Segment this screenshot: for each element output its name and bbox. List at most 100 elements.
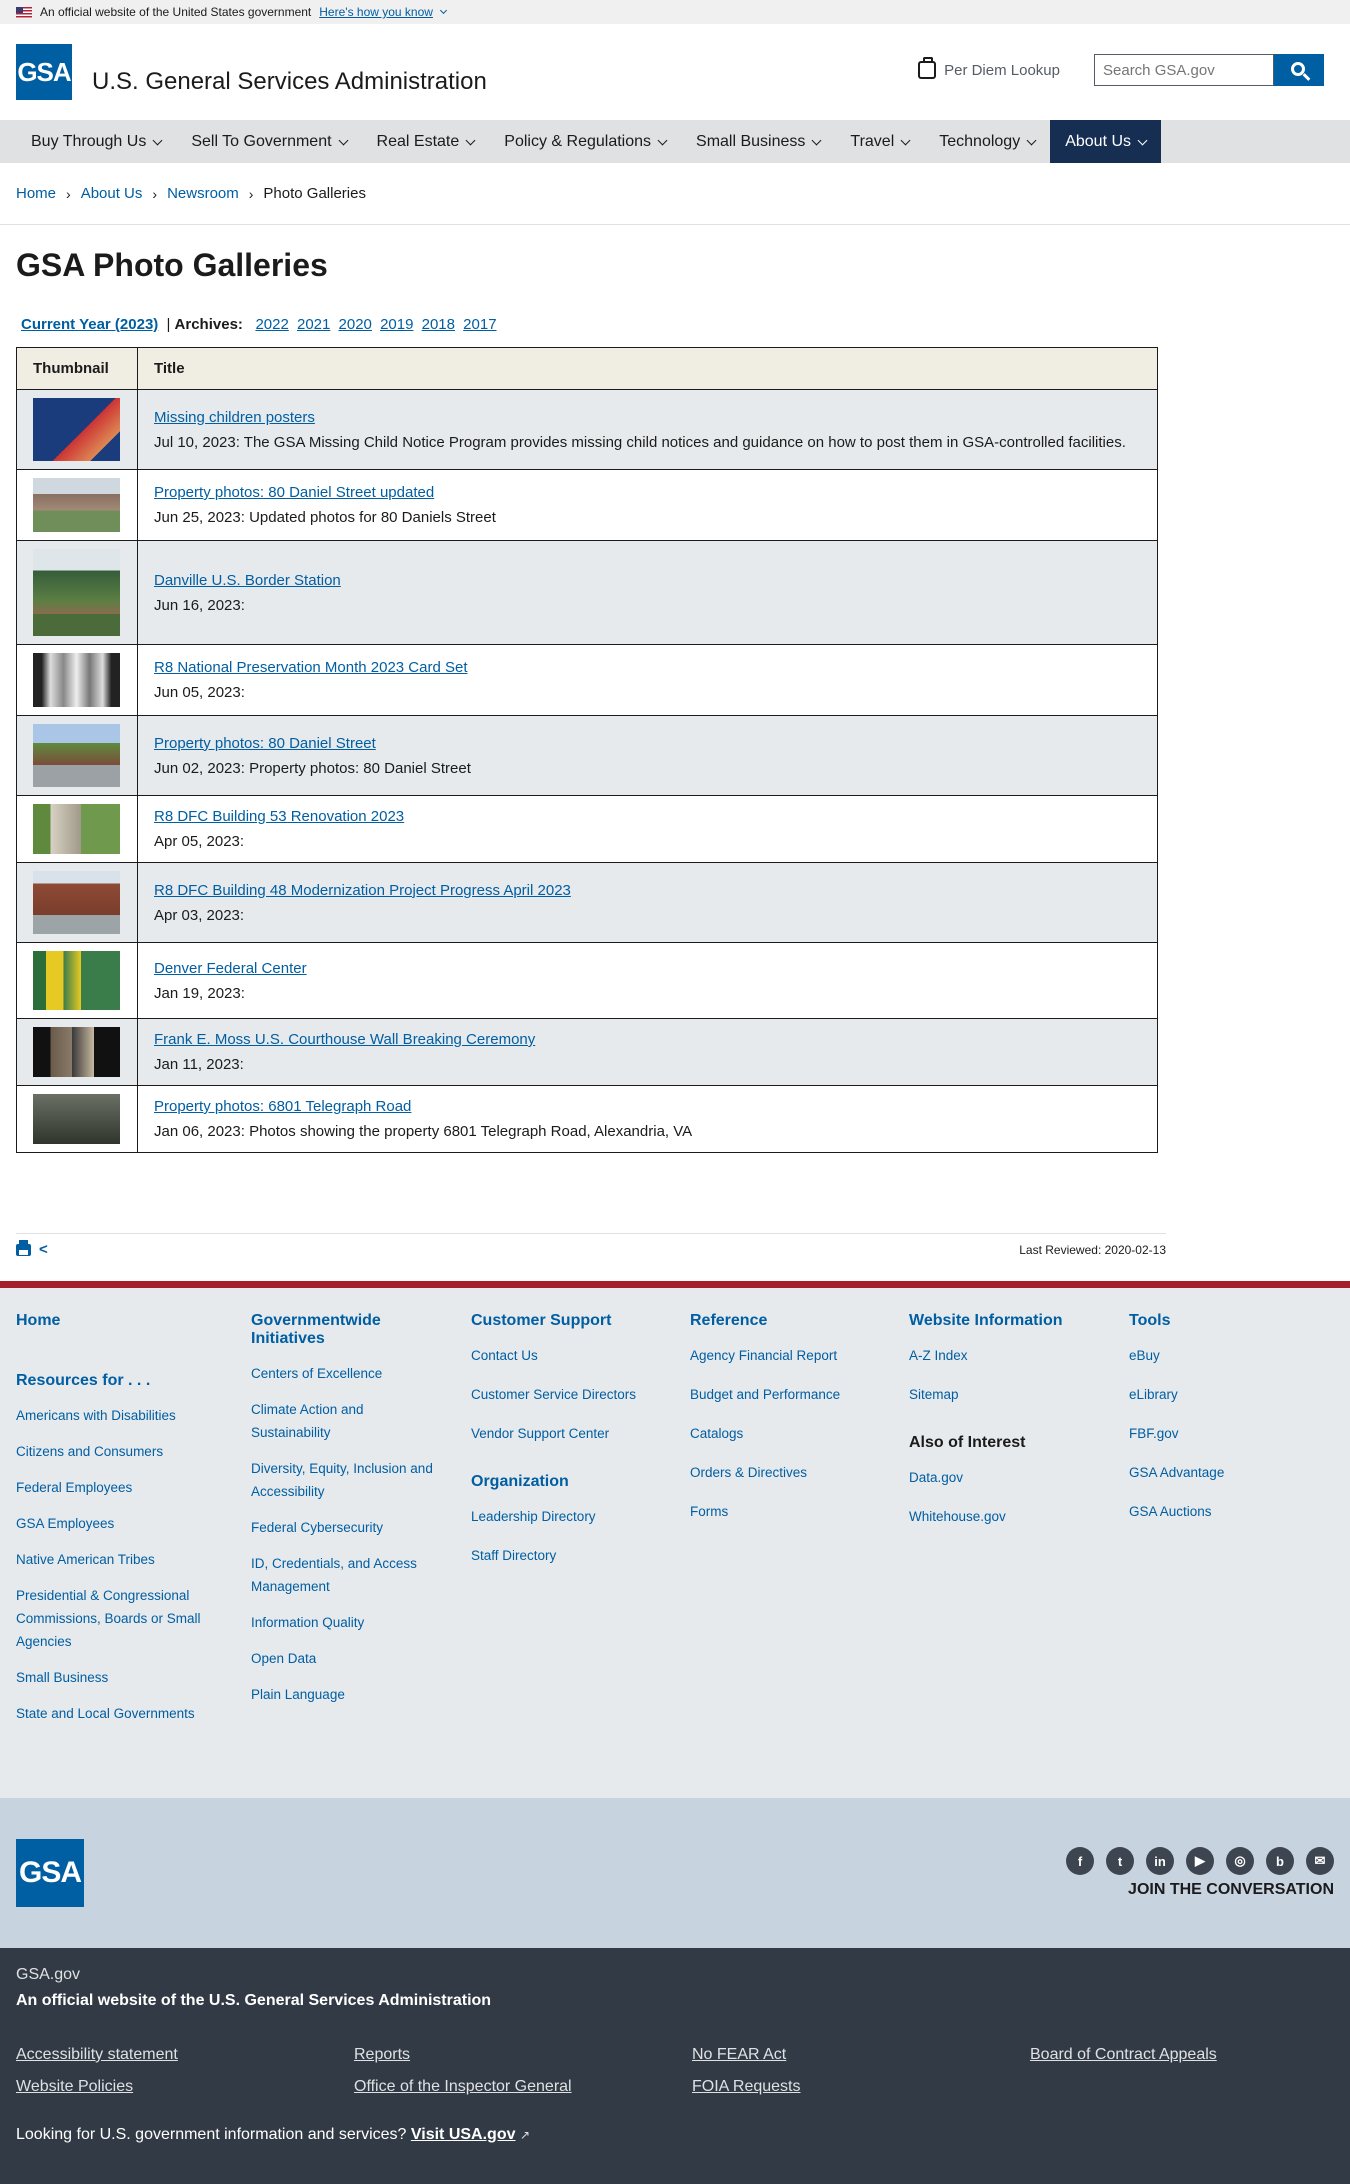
nav-technology[interactable]: Technology bbox=[924, 120, 1050, 163]
footer-gsa-logo[interactable]: GSA bbox=[16, 1839, 84, 1907]
share-icon[interactable]: < bbox=[39, 1241, 48, 1258]
archive-2019-link[interactable]: 2019 bbox=[380, 316, 413, 333]
footer-link[interactable]: Orders & Directives bbox=[690, 1461, 909, 1484]
gallery-title-link[interactable]: Property photos: 6801 Telegraph Road bbox=[154, 1098, 411, 1115]
blog-icon[interactable]: b bbox=[1266, 1847, 1294, 1875]
footer-link[interactable]: A-Z Index bbox=[909, 1344, 1129, 1367]
identifier-link[interactable]: Office of the Inspector General bbox=[354, 2078, 692, 2096]
twitter-icon[interactable]: t bbox=[1106, 1847, 1134, 1875]
footer-link[interactable]: Staff Directory bbox=[471, 1544, 690, 1567]
gallery-title-link[interactable]: Property photos: 80 Daniel Street bbox=[154, 735, 376, 752]
gallery-title-link[interactable]: Property photos: 80 Daniel Street update… bbox=[154, 484, 434, 501]
archive-2017-link[interactable]: 2017 bbox=[463, 316, 496, 333]
nav-sell-to-government[interactable]: Sell To Government bbox=[176, 120, 361, 163]
footer-org-heading: Organization bbox=[471, 1473, 569, 1490]
thumbnail-image[interactable] bbox=[33, 871, 120, 934]
gallery-title-link[interactable]: Denver Federal Center bbox=[154, 960, 307, 977]
current-year-link[interactable]: Current Year (2023) bbox=[21, 316, 158, 333]
footer-link[interactable]: Federal Employees bbox=[16, 1476, 251, 1499]
thumbnail-image[interactable] bbox=[33, 1094, 120, 1144]
thumbnail-image[interactable] bbox=[33, 1027, 120, 1077]
footer-link[interactable]: Budget and Performance bbox=[690, 1383, 909, 1406]
gallery-title-link[interactable]: R8 DFC Building 53 Renovation 2023 bbox=[154, 808, 404, 825]
instagram-icon[interactable]: ◎ bbox=[1226, 1847, 1254, 1875]
identifier-link[interactable]: No FEAR Act bbox=[692, 2046, 1030, 2064]
footer-link[interactable]: Small Business bbox=[16, 1666, 251, 1689]
thumbnail-image[interactable] bbox=[33, 549, 120, 636]
facebook-icon[interactable]: f bbox=[1066, 1847, 1094, 1875]
footer-link[interactable]: GSA Auctions bbox=[1129, 1500, 1309, 1523]
identifier-link[interactable]: Website Policies bbox=[16, 2078, 354, 2096]
footer-link[interactable]: Open Data bbox=[251, 1647, 471, 1670]
footer-link[interactable]: Leadership Directory bbox=[471, 1505, 690, 1528]
nav-travel[interactable]: Travel bbox=[835, 120, 924, 163]
nav-about-us[interactable]: About Us bbox=[1050, 120, 1162, 163]
thumbnail-image[interactable] bbox=[33, 478, 120, 532]
footer-link[interactable]: Presidential & Congressional Commissions… bbox=[16, 1584, 216, 1653]
footer-link[interactable]: Customer Service Directors bbox=[471, 1383, 690, 1406]
footer-link[interactable]: GSA Advantage bbox=[1129, 1461, 1309, 1484]
identifier-link[interactable]: Board of Contract Appeals bbox=[1030, 2046, 1350, 2064]
thumbnail-image[interactable] bbox=[33, 653, 120, 707]
thumbnail-image[interactable] bbox=[33, 804, 120, 854]
footer-link[interactable]: Whitehouse.gov bbox=[909, 1505, 1129, 1528]
footer-link[interactable]: Catalogs bbox=[690, 1422, 909, 1445]
gallery-title-link[interactable]: Missing children posters bbox=[154, 409, 315, 426]
banner-how-you-know-link[interactable]: Here's how you know bbox=[319, 5, 433, 19]
footer-link[interactable]: Sitemap bbox=[909, 1383, 1129, 1406]
footer-link[interactable]: Contact Us bbox=[471, 1344, 690, 1367]
footer-link[interactable]: Forms bbox=[690, 1500, 909, 1523]
print-icon[interactable] bbox=[16, 1239, 31, 1256]
thumbnail-image[interactable] bbox=[33, 724, 120, 787]
footer-link[interactable]: GSA Employees bbox=[16, 1512, 251, 1535]
email-icon[interactable]: ✉ bbox=[1306, 1847, 1334, 1875]
identifier-link[interactable]: Reports bbox=[354, 2046, 692, 2064]
thumbnail-image[interactable] bbox=[33, 951, 120, 1010]
footer-link[interactable]: State and Local Governments bbox=[16, 1702, 251, 1725]
breadcrumb-home[interactable]: Home bbox=[16, 185, 56, 202]
chevron-down-icon[interactable] bbox=[439, 6, 447, 15]
breadcrumb-about-us[interactable]: About Us bbox=[81, 185, 143, 202]
archive-2021-link[interactable]: 2021 bbox=[297, 316, 330, 333]
gallery-title-link[interactable]: Frank E. Moss U.S. Courthouse Wall Break… bbox=[154, 1031, 535, 1048]
footer-link[interactable]: Diversity, Equity, Inclusion and Accessi… bbox=[251, 1457, 451, 1503]
gallery-title-link[interactable]: R8 National Preservation Month 2023 Card… bbox=[154, 659, 468, 676]
linkedin-icon[interactable]: in bbox=[1146, 1847, 1174, 1875]
footer-link[interactable]: Agency Financial Report bbox=[690, 1344, 909, 1367]
site-title[interactable]: U.S. General Services Administration bbox=[92, 68, 487, 96]
nav-real-estate[interactable]: Real Estate bbox=[362, 120, 490, 163]
identifier-link[interactable]: Accessibility statement bbox=[16, 2046, 354, 2064]
footer-link[interactable]: Climate Action and Sustainability bbox=[251, 1398, 401, 1444]
thumbnail-image[interactable] bbox=[33, 398, 120, 461]
archive-2018-link[interactable]: 2018 bbox=[422, 316, 455, 333]
gsa-logo[interactable]: GSA bbox=[16, 44, 72, 100]
footer-link[interactable]: eLibrary bbox=[1129, 1383, 1309, 1406]
footer-home-link[interactable]: Home bbox=[16, 1312, 251, 1330]
footer-link[interactable]: Federal Cybersecurity bbox=[251, 1516, 471, 1539]
footer-link[interactable]: Citizens and Consumers bbox=[16, 1440, 251, 1463]
nav-buy-through-us[interactable]: Buy Through Us bbox=[16, 120, 176, 163]
footer-link[interactable]: Plain Language bbox=[251, 1683, 471, 1706]
archive-2022-link[interactable]: 2022 bbox=[255, 316, 288, 333]
search-button[interactable] bbox=[1274, 54, 1324, 86]
identifier-link[interactable]: FOIA Requests bbox=[692, 2078, 1030, 2096]
gallery-title-link[interactable]: R8 DFC Building 48 Modernization Project… bbox=[154, 882, 571, 899]
footer-link[interactable]: Information Quality bbox=[251, 1611, 471, 1634]
search-input[interactable] bbox=[1094, 54, 1274, 86]
footer-link[interactable]: eBuy bbox=[1129, 1344, 1309, 1367]
footer-link[interactable]: Americans with Disabilities bbox=[16, 1404, 251, 1427]
nav-policy-regulations[interactable]: Policy & Regulations bbox=[489, 120, 681, 163]
footer-link[interactable]: Vendor Support Center bbox=[471, 1422, 690, 1445]
youtube-icon[interactable]: ▶ bbox=[1186, 1847, 1214, 1875]
visit-usa-gov-link[interactable]: Visit USA.gov bbox=[411, 2126, 516, 2143]
archive-2020-link[interactable]: 2020 bbox=[339, 316, 372, 333]
footer-link[interactable]: Data.gov bbox=[909, 1466, 1129, 1489]
footer-link[interactable]: Centers of Excellence bbox=[251, 1362, 471, 1385]
gallery-title-link[interactable]: Danville U.S. Border Station bbox=[154, 572, 341, 589]
breadcrumb-newsroom[interactable]: Newsroom bbox=[167, 185, 239, 202]
per-diem-lookup-link[interactable]: Per Diem Lookup bbox=[918, 57, 1060, 79]
footer-link[interactable]: FBF.gov bbox=[1129, 1422, 1309, 1445]
footer-link[interactable]: ID, Credentials, and Access Management bbox=[251, 1552, 431, 1598]
footer-link[interactable]: Native American Tribes bbox=[16, 1548, 251, 1571]
nav-small-business[interactable]: Small Business bbox=[681, 120, 835, 163]
